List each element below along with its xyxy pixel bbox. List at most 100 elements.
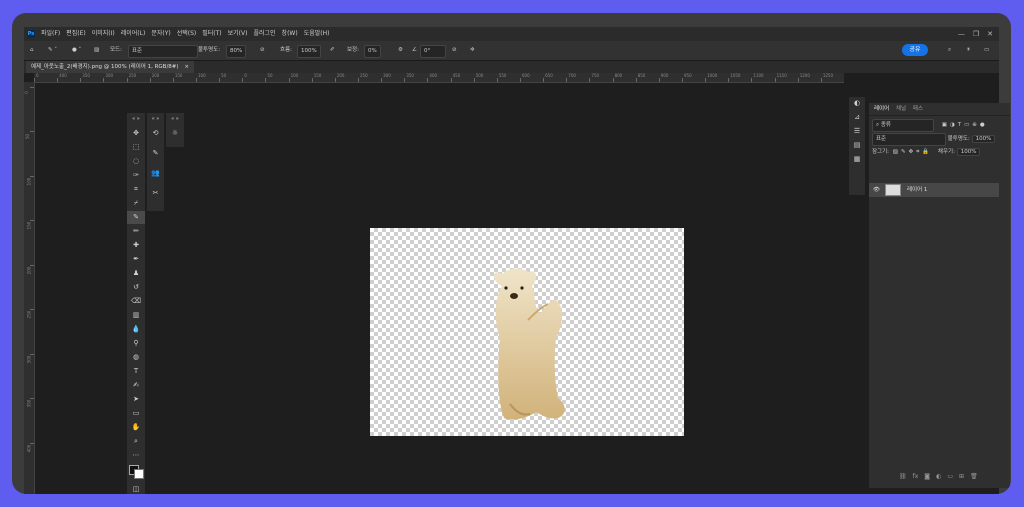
share-button[interactable]: 공유 — [902, 44, 928, 56]
visibility-eye-icon[interactable]: 👁 — [873, 183, 880, 197]
healing-tool-icon[interactable]: ✚ — [127, 239, 145, 252]
gradient-tool-icon[interactable]: ▥ — [127, 309, 145, 322]
libraries-panel-icon[interactable]: ▤ — [849, 139, 865, 152]
crop-tool-icon[interactable]: ⌗ — [127, 183, 145, 196]
maximize-button[interactable]: ❐ — [973, 27, 979, 41]
type-tool-icon[interactable]: T — [127, 365, 145, 378]
filter-icons[interactable]: ▣◑T▭⊕● — [942, 122, 988, 128]
quick-mask-icon[interactable]: ◫ — [127, 483, 145, 494]
mode-select[interactable]: 표준 — [128, 45, 198, 58]
collapse-icon[interactable]: « » — [127, 113, 145, 126]
mask-icon[interactable]: ◙ — [924, 473, 930, 480]
airbrush-icon[interactable]: ✐ — [330, 45, 335, 56]
brush2-tool-icon[interactable]: ✒ — [127, 253, 145, 266]
mixer-brush-icon[interactable]: ✎ — [147, 147, 164, 160]
properties-panel-icon[interactable]: ☰ — [849, 125, 865, 138]
menu-item-5[interactable]: 선택(S) — [177, 27, 197, 41]
home-icon[interactable]: ⌂ — [30, 45, 34, 56]
rectangle-tool-icon[interactable]: ▭ — [127, 407, 145, 420]
flow-field[interactable]: 100% — [297, 45, 321, 58]
pencil-tool-icon[interactable]: ✏ — [127, 225, 145, 238]
history-brush-tool-icon[interactable]: ↺ — [127, 281, 145, 294]
ruler-tick — [265, 78, 267, 82]
pen-tool-icon[interactable]: ✍ — [127, 379, 145, 392]
discover-icon[interactable]: ☀ — [966, 45, 971, 56]
document-canvas[interactable] — [370, 228, 684, 436]
tab-channels[interactable]: 채널 — [896, 106, 906, 112]
ruler-tick — [496, 78, 498, 82]
content-aware-icon[interactable]: ⟲ — [147, 127, 164, 140]
eyedropper-tool-icon[interactable]: ⌿ — [127, 197, 145, 210]
menu-item-7[interactable]: 보기(V) — [228, 27, 248, 41]
marquee-tool-icon[interactable]: ⬚ — [127, 141, 145, 154]
adjust-panel-icon[interactable]: ⊿ — [849, 111, 865, 124]
more-tools-icon[interactable]: ⋯ — [127, 449, 145, 462]
fx-icon[interactable]: fx — [913, 473, 919, 480]
color-swatches[interactable] — [127, 463, 145, 479]
ruler-label: 250 — [360, 73, 368, 78]
pressure-opacity-icon[interactable]: ⊘ — [260, 45, 265, 56]
ruler-label: 500 — [475, 73, 484, 78]
menu-item-1[interactable]: 편집(E) — [66, 27, 86, 41]
group-folder-icon[interactable]: ▭ — [947, 473, 953, 480]
quick-select-tool-icon[interactable]: ✑ — [127, 169, 145, 182]
menu-item-6[interactable]: 필터(T) — [202, 27, 221, 41]
collapse-icon-2[interactable]: « » — [147, 113, 164, 126]
stamp-tool-icon[interactable]: ♟ — [127, 267, 145, 280]
hand-tool-icon[interactable]: ✋ — [127, 421, 145, 434]
scissors-icon[interactable]: ✂ — [147, 187, 164, 200]
brush-size-icon[interactable]: ● ˅ — [72, 45, 81, 56]
lock-icons[interactable]: ▨✎✥⌗🔒 — [893, 149, 932, 155]
tab-layers[interactable]: 레이어 — [874, 106, 889, 112]
menu-item-8[interactable]: 플러그인 — [253, 27, 275, 41]
zoom-tool-icon[interactable]: ⌕ — [127, 435, 145, 448]
brush-panel-icon[interactable]: ▨ — [94, 45, 99, 56]
tab-paths[interactable]: 패스 — [913, 106, 923, 112]
fill-field[interactable]: 100% — [956, 148, 981, 156]
filter-select[interactable]: ⌕ 종류 — [872, 119, 934, 132]
menu-item-2[interactable]: 이미지(I) — [92, 27, 115, 41]
ruler-horizontal: 0 400 350 300 250 200 150 100 50 0 50 100 150 200 250 3… — [34, 73, 844, 83]
layer-opacity-field[interactable]: 100% — [971, 135, 996, 143]
sun-icon[interactable]: ☼ — [166, 127, 184, 140]
symmetry-icon[interactable]: ✲ — [470, 45, 475, 56]
adjustment-icon[interactable]: ◐ — [936, 473, 941, 480]
color-panel-icon[interactable]: ◐ — [849, 97, 865, 110]
lasso-tool-icon[interactable]: ◌ — [127, 155, 145, 168]
brush-tool-icon[interactable]: ✎ — [127, 211, 145, 224]
minimize-button[interactable]: — — [958, 27, 965, 41]
menu-item-0[interactable]: 파일(F) — [41, 27, 60, 41]
collapse-icon-3[interactable]: « » — [166, 113, 184, 126]
ruler-label: 200 — [336, 73, 345, 78]
swatches-panel-icon[interactable]: ▦ — [849, 153, 865, 166]
search-icon[interactable]: ⌕ — [948, 45, 951, 56]
opacity-field[interactable]: 80% — [226, 45, 247, 58]
ruler-tick — [728, 78, 730, 82]
menu-item-4[interactable]: 문자(Y) — [151, 27, 170, 41]
path-select-tool-icon[interactable]: ➤ — [127, 393, 145, 406]
document-tab[interactable]: 예제_아웃노출_2(배경지).png @ 100% (레이어 1, RGB/8#… — [26, 61, 194, 73]
ruler-label: 250 — [26, 310, 32, 319]
dodge-tool-icon[interactable]: ⚲ — [127, 337, 145, 350]
tab-close-icon[interactable]: × — [184, 64, 189, 70]
settings-gear-icon[interactable]: ⚙ — [398, 45, 403, 56]
move-tool-icon[interactable]: ✥ — [127, 127, 145, 140]
blend-mode-select[interactable]: 표준 — [872, 133, 946, 146]
eraser-tool-icon[interactable]: ⌫ — [127, 295, 145, 308]
angle-field[interactable]: 0° — [420, 45, 446, 58]
person-icon[interactable]: 👥 — [147, 167, 164, 180]
blur-tool-icon[interactable]: 💧 — [127, 323, 145, 336]
link-icon[interactable]: ⛓ — [899, 473, 907, 480]
close-button[interactable]: ✕ — [987, 27, 993, 41]
menu-item-3[interactable]: 레이어(L) — [121, 27, 146, 41]
sponge-tool-icon[interactable]: ◍ — [127, 351, 145, 364]
menu-item-10[interactable]: 도움말(H) — [304, 27, 330, 41]
pressure-size-icon[interactable]: ⊘ — [452, 45, 457, 56]
workspace-icon[interactable]: ▭ — [984, 45, 989, 56]
trash-icon[interactable]: 🗑 — [970, 473, 978, 480]
brush-preset-icon[interactable]: ✎ ˅ — [48, 45, 57, 56]
smoothing-field[interactable]: 0% — [364, 45, 381, 58]
menu-item-9[interactable]: 창(W) — [282, 27, 298, 41]
new-layer-icon[interactable]: ⊞ — [959, 473, 964, 480]
layer-row[interactable]: 👁 레이어 1 — [869, 183, 999, 197]
